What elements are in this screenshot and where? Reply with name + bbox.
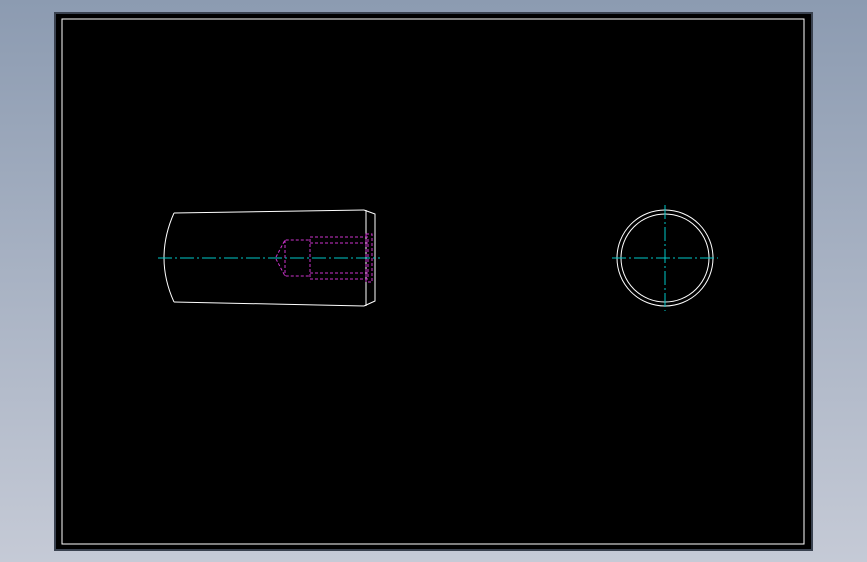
cad-viewport[interactable] [0, 0, 867, 562]
drawing-sheet [54, 12, 813, 551]
drawing-canvas[interactable] [0, 0, 867, 562]
